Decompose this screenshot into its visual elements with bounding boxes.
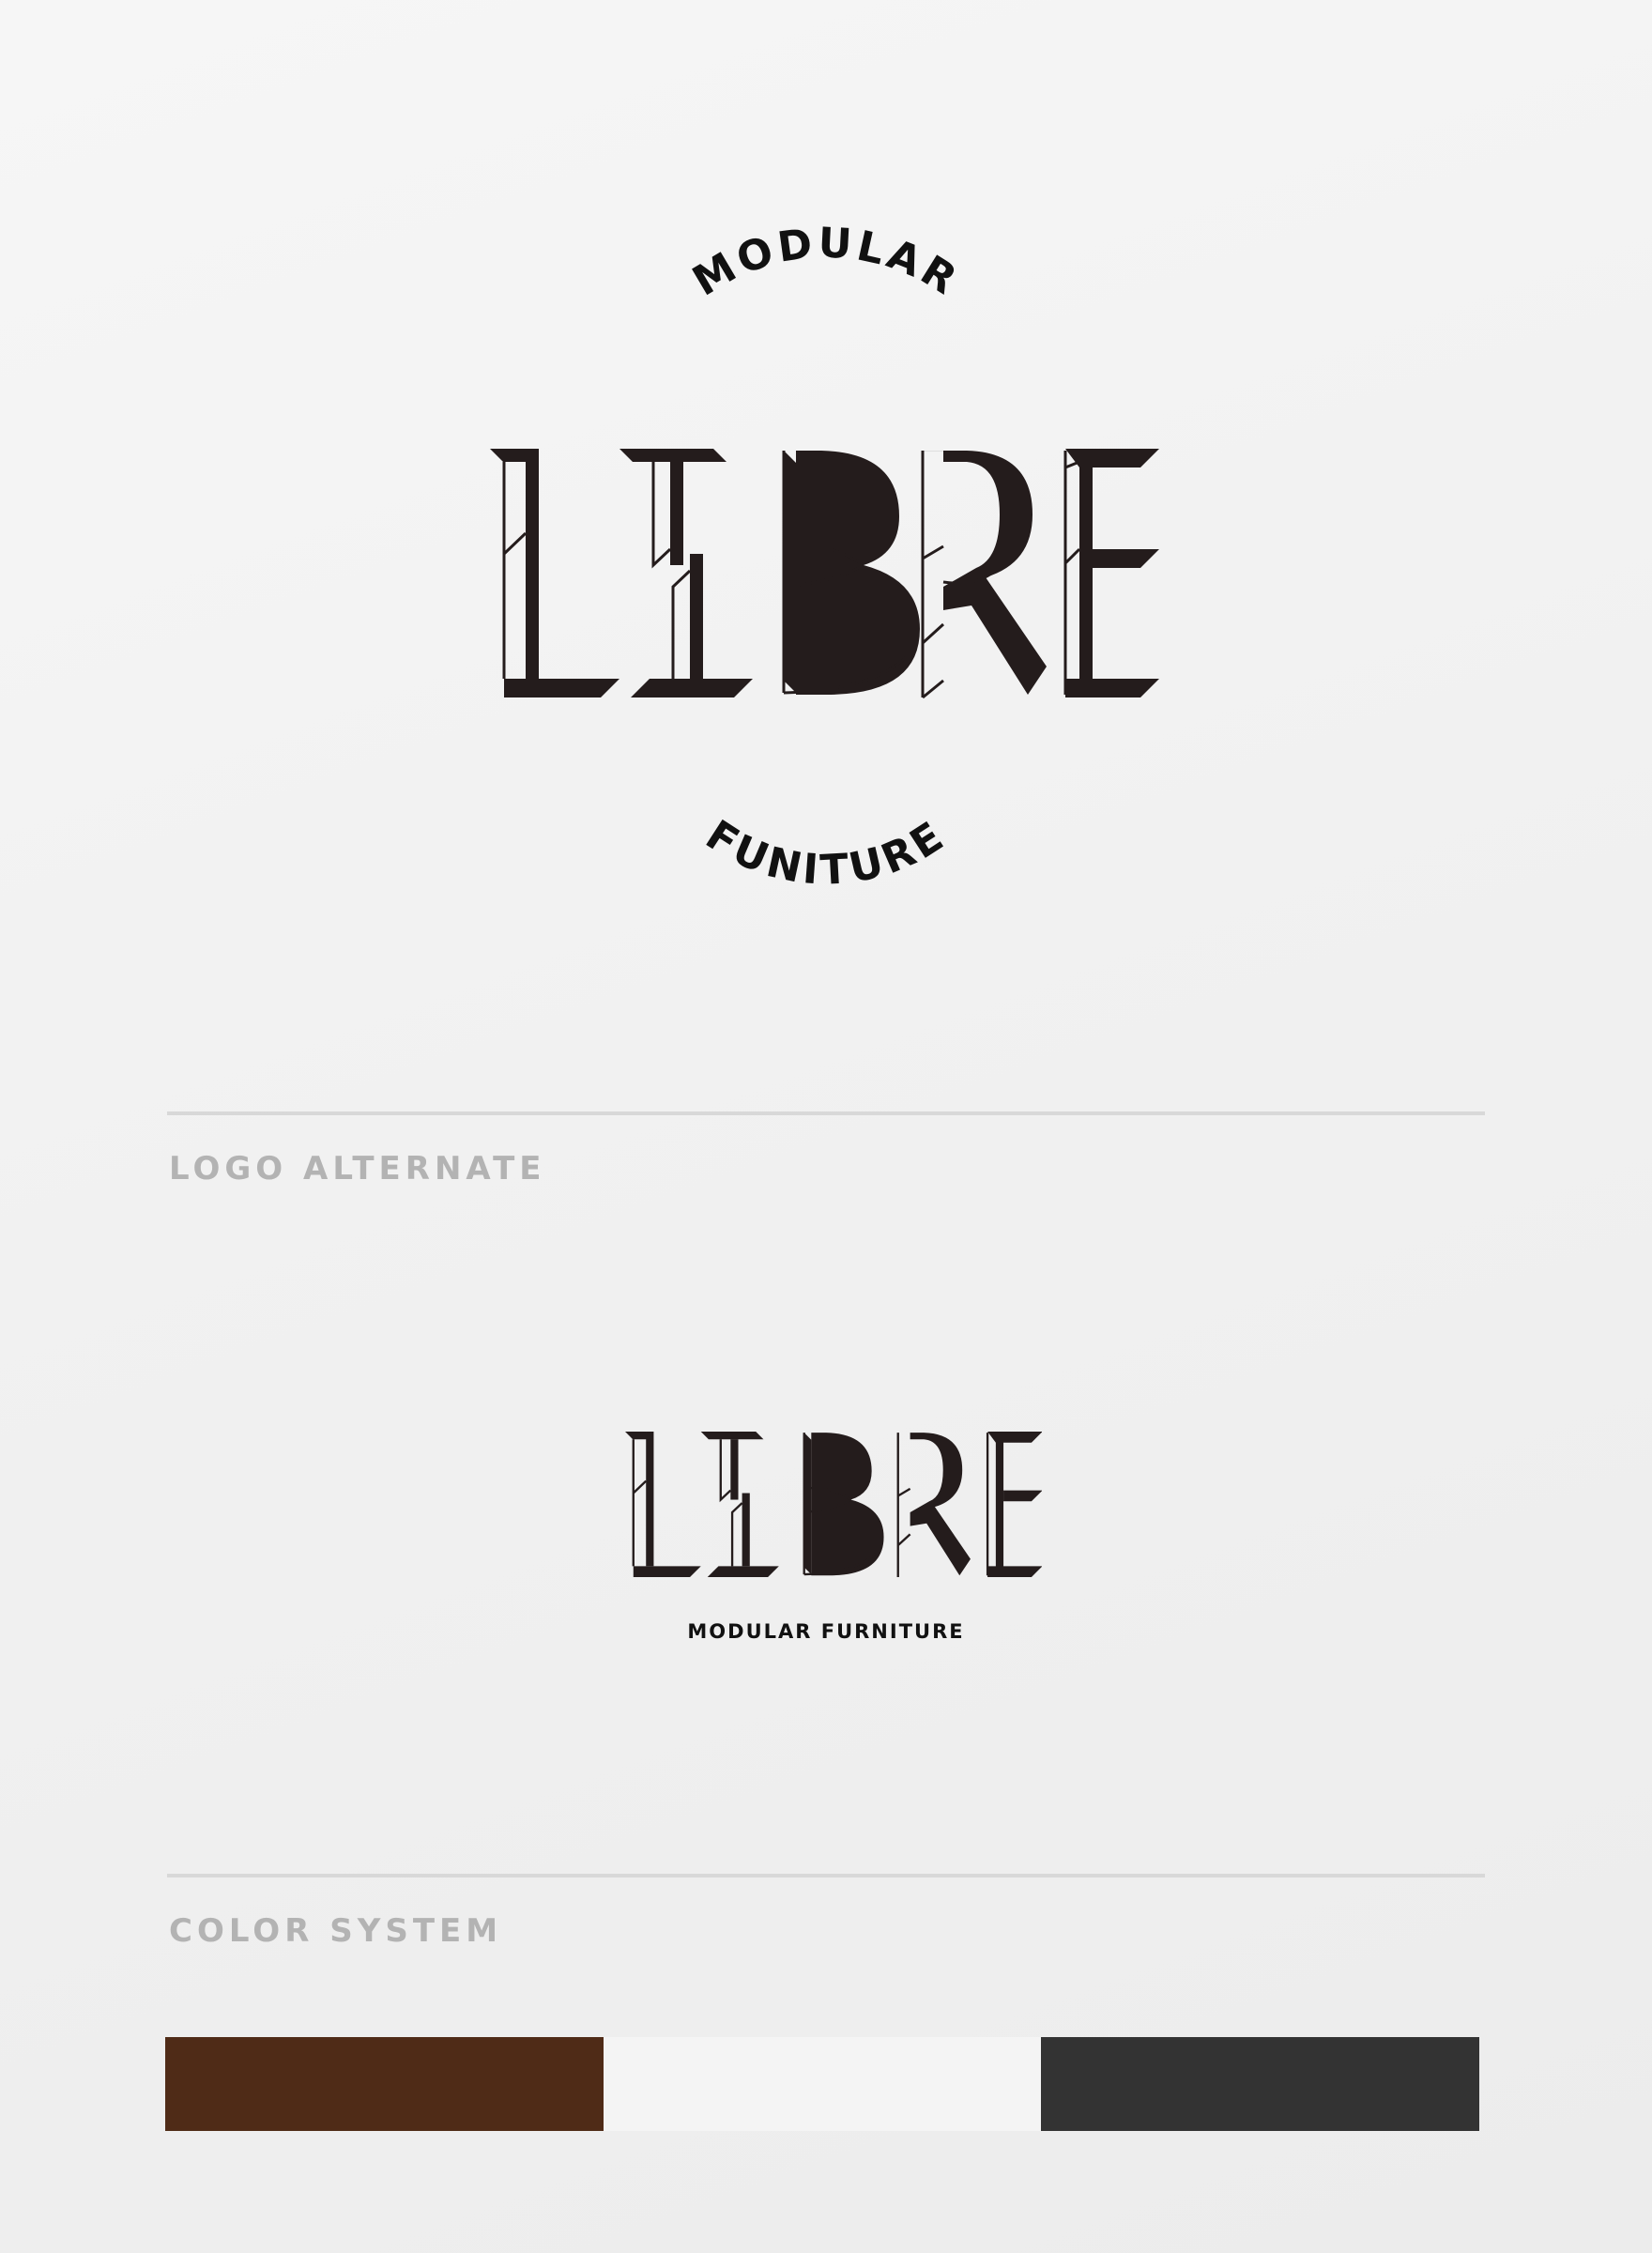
section-divider-top (167, 1111, 1485, 1115)
alternate-logo: MODULAR FURNITURE (625, 1432, 1042, 1643)
color-swatch-brown (165, 2037, 604, 2131)
libre-wordmark (490, 449, 1159, 699)
wordmark-letter-l (490, 449, 620, 697)
arc-top-text: MODULAR (685, 219, 969, 306)
section-divider-bottom (167, 1874, 1485, 1878)
wordmark-letter-i (620, 449, 753, 697)
wordmark-letter-b (782, 451, 920, 695)
primary-logo: MODULAR FUNITURE (490, 219, 1159, 895)
arc-bottom-text: FUNITURE (697, 811, 955, 895)
color-system-label: COLOR SYSTEM (169, 1912, 503, 1950)
wordmark-letter-r (921, 451, 1047, 699)
color-swatch-off-white (603, 2037, 1042, 2131)
color-swatches (165, 2037, 1480, 2131)
logo-alternate-label: LOGO ALTERNATE (169, 1150, 546, 1188)
alternate-tagline: MODULAR FURNITURE (687, 1620, 964, 1643)
wordmark-letter-e (1063, 449, 1159, 697)
color-swatch-charcoal (1041, 2037, 1480, 2131)
alternate-wordmark (625, 1432, 1042, 1578)
